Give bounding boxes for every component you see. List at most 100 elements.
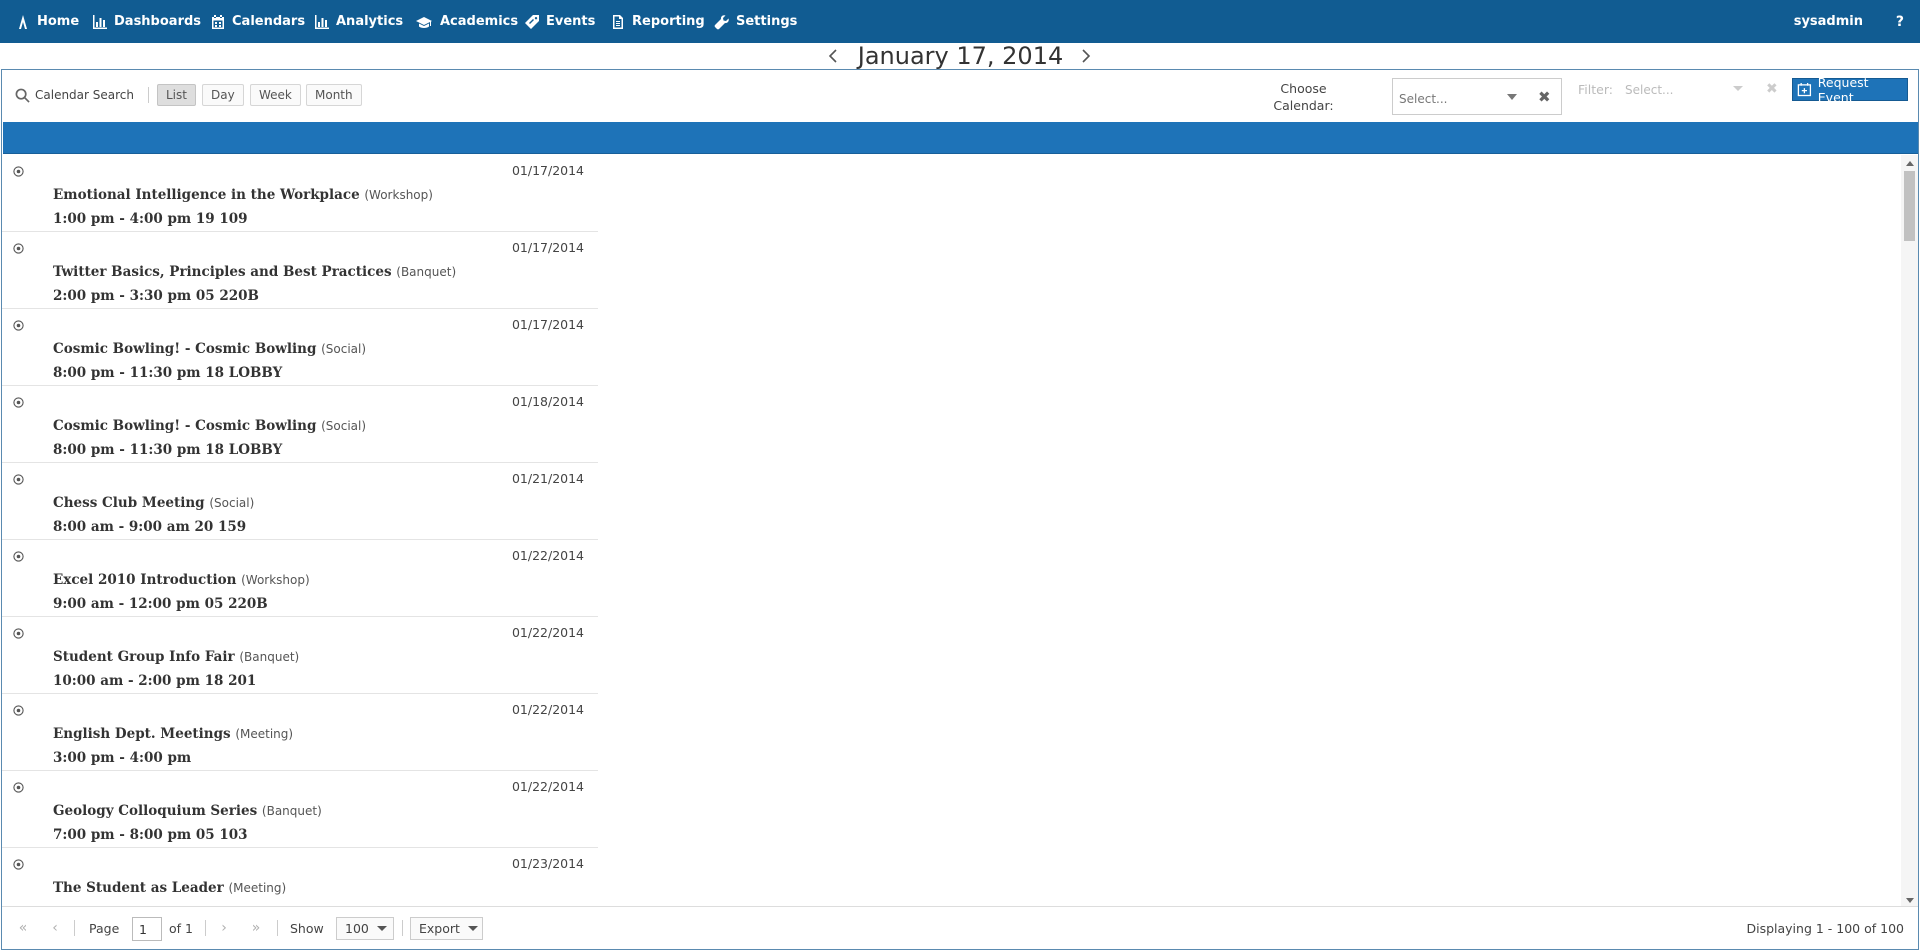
pagination-bar: « ‹ Page of 1 › » Show 100 Export Displa…: [2, 906, 1918, 949]
event-type: (Social): [209, 496, 255, 510]
event-list-item[interactable]: 01/21/2014 Chess Club Meeting (Social) 8:0…: [2, 463, 598, 540]
expand-icon[interactable]: [13, 547, 24, 562]
expand-icon[interactable]: [13, 162, 24, 177]
export-button[interactable]: Export: [410, 917, 483, 940]
previous-page-button[interactable]: ‹: [44, 918, 66, 938]
expand-icon[interactable]: [13, 393, 24, 408]
expand-icon[interactable]: [13, 624, 24, 639]
page-label: Page: [89, 921, 120, 936]
filter-select[interactable]: Select... ✖: [1618, 78, 1788, 100]
search-icon: [15, 88, 30, 103]
event-list-item[interactable]: 01/22/2014 Geology Colloquium Series (Ban…: [2, 771, 598, 848]
event-list-item[interactable]: 01/22/2014 Student Group Info Fair (Banqu…: [2, 617, 598, 694]
nav-settings[interactable]: Settings: [714, 0, 797, 43]
event-date: 01/17/2014: [511, 240, 584, 255]
calendar-select[interactable]: Select... ✖: [1392, 78, 1562, 115]
bar-chart-icon: [93, 14, 107, 29]
chevron-down-icon[interactable]: [1507, 94, 1517, 100]
view-month-button[interactable]: Month: [306, 84, 362, 106]
event-title[interactable]: Cosmic Bowling! - Cosmic Bowling (Social…: [53, 418, 366, 434]
vertical-scrollbar[interactable]: [1901, 155, 1918, 906]
last-page-button[interactable]: »: [245, 918, 267, 938]
event-title-text: The Student as Leader: [53, 880, 224, 896]
scroll-up-button[interactable]: [1901, 157, 1918, 169]
event-list-item[interactable]: 01/18/2014 Cosmic Bowling! - Cosmic Bowli…: [2, 386, 598, 463]
calendar-search-label: Calendar Search: [35, 88, 134, 102]
event-title[interactable]: Student Group Info Fair (Banquet): [53, 649, 299, 665]
event-title-text: Chess Club Meeting: [53, 495, 205, 511]
event-date: 01/18/2014: [511, 394, 584, 409]
chevron-down-icon[interactable]: [1733, 86, 1743, 91]
nav-reporting[interactable]: Reporting: [610, 0, 705, 43]
help-icon[interactable]: ?: [1896, 0, 1904, 43]
view-list-button[interactable]: List: [157, 84, 196, 106]
nav-calendars-label: Calendars: [232, 14, 306, 29]
calendar-panel: Calendar Search List Day Week Month Choo…: [1, 69, 1919, 950]
close-icon[interactable]: ✖: [1538, 88, 1551, 106]
event-type: (Banquet): [261, 804, 322, 818]
event-list-item[interactable]: 01/22/2014 Excel 2010 Introduction (Works…: [2, 540, 598, 617]
nav-dashboards[interactable]: Dashboards: [92, 0, 201, 43]
page-size-select[interactable]: 100: [336, 917, 394, 940]
event-time-location: 1:00 pm - 4:00 pm 19 109: [53, 211, 248, 227]
event-title[interactable]: Excel 2010 Introduction (Workshop): [53, 572, 310, 588]
previous-date-button[interactable]: [823, 45, 843, 67]
scrollbar-thumb[interactable]: [1904, 171, 1915, 241]
home-icon: [19, 14, 27, 29]
filter-select-placeholder: Select...: [1625, 83, 1674, 97]
view-week-button[interactable]: Week: [250, 84, 301, 106]
wrench-icon: [714, 14, 729, 29]
event-list-item[interactable]: 01/22/2014 English Dept. Meetings (Meetin…: [2, 694, 598, 771]
request-event-button[interactable]: Request Event: [1792, 75, 1908, 105]
event-title[interactable]: English Dept. Meetings (Meeting): [53, 726, 293, 742]
event-list-item[interactable]: 01/17/2014 Cosmic Bowling! - Cosmic Bowli…: [2, 309, 598, 386]
pager-divider: [205, 920, 206, 936]
display-count: Displaying 1 - 100 of 100: [1746, 921, 1904, 936]
nav-events[interactable]: Events: [524, 0, 595, 43]
nav-reporting-label: Reporting: [632, 14, 705, 29]
nav-academics[interactable]: Academics: [414, 0, 518, 43]
event-time-location: 8:00 pm - 11:30 pm 18 LOBBY: [53, 442, 283, 458]
nav-home-label: Home: [37, 14, 80, 29]
event-list-item[interactable]: 01/17/2014 Emotional Intelligence in the …: [2, 155, 598, 232]
event-title[interactable]: Cosmic Bowling! - Cosmic Bowling (Social…: [53, 341, 366, 357]
next-date-button[interactable]: [1076, 45, 1096, 67]
event-date: 01/17/2014: [511, 163, 584, 178]
expand-icon[interactable]: [13, 470, 24, 485]
user-menu[interactable]: sysadmin: [1794, 0, 1863, 43]
close-icon[interactable]: ✖: [1766, 81, 1778, 97]
request-event-label: Request Event: [1817, 74, 1869, 105]
event-title-text: Cosmic Bowling! - Cosmic Bowling: [53, 418, 317, 434]
calendar-select-placeholder: Select...: [1399, 92, 1448, 106]
expand-icon[interactable]: [13, 855, 24, 870]
page-number-input[interactable]: [132, 917, 162, 941]
event-title[interactable]: Geology Colloquium Series (Banquet): [53, 803, 322, 819]
event-title[interactable]: Twitter Basics, Principles and Best Prac…: [53, 264, 456, 280]
event-time-location: 10:00 am - 2:00 pm 18 201: [53, 673, 257, 689]
first-page-button[interactable]: «: [12, 918, 34, 938]
nav-calendars[interactable]: Calendars: [210, 0, 305, 43]
pager-divider: [277, 920, 278, 936]
event-list-item[interactable]: 01/17/2014 Twitter Basics, Principles and…: [2, 232, 598, 309]
expand-icon[interactable]: [13, 778, 24, 793]
event-title[interactable]: The Student as Leader (Meeting): [53, 880, 286, 896]
event-type: (Meeting): [235, 727, 294, 741]
event-type: (Workshop): [241, 573, 310, 587]
scroll-down-button[interactable]: [1901, 894, 1918, 906]
tag-icon: [525, 14, 539, 29]
event-date: 01/17/2014: [511, 317, 584, 332]
expand-icon[interactable]: [13, 316, 24, 331]
nav-home[interactable]: Home: [15, 0, 79, 43]
nav-analytics[interactable]: Analytics: [314, 0, 403, 43]
expand-icon[interactable]: [13, 701, 24, 716]
nav-dashboards-label: Dashboards: [114, 14, 202, 29]
event-title[interactable]: Emotional Intelligence in the Workplace …: [53, 187, 433, 203]
view-day-button[interactable]: Day: [202, 84, 244, 106]
event-list-item[interactable]: 01/23/2014 The Student as Leader (Meeting…: [2, 848, 598, 906]
event-date: 01/22/2014: [511, 702, 584, 717]
expand-icon[interactable]: [13, 239, 24, 254]
next-page-button[interactable]: ›: [213, 918, 235, 938]
filter-label: Filter:: [1578, 82, 1613, 97]
event-title[interactable]: Chess Club Meeting (Social): [53, 495, 254, 511]
calendar-search-button[interactable]: Calendar Search: [11, 84, 138, 106]
